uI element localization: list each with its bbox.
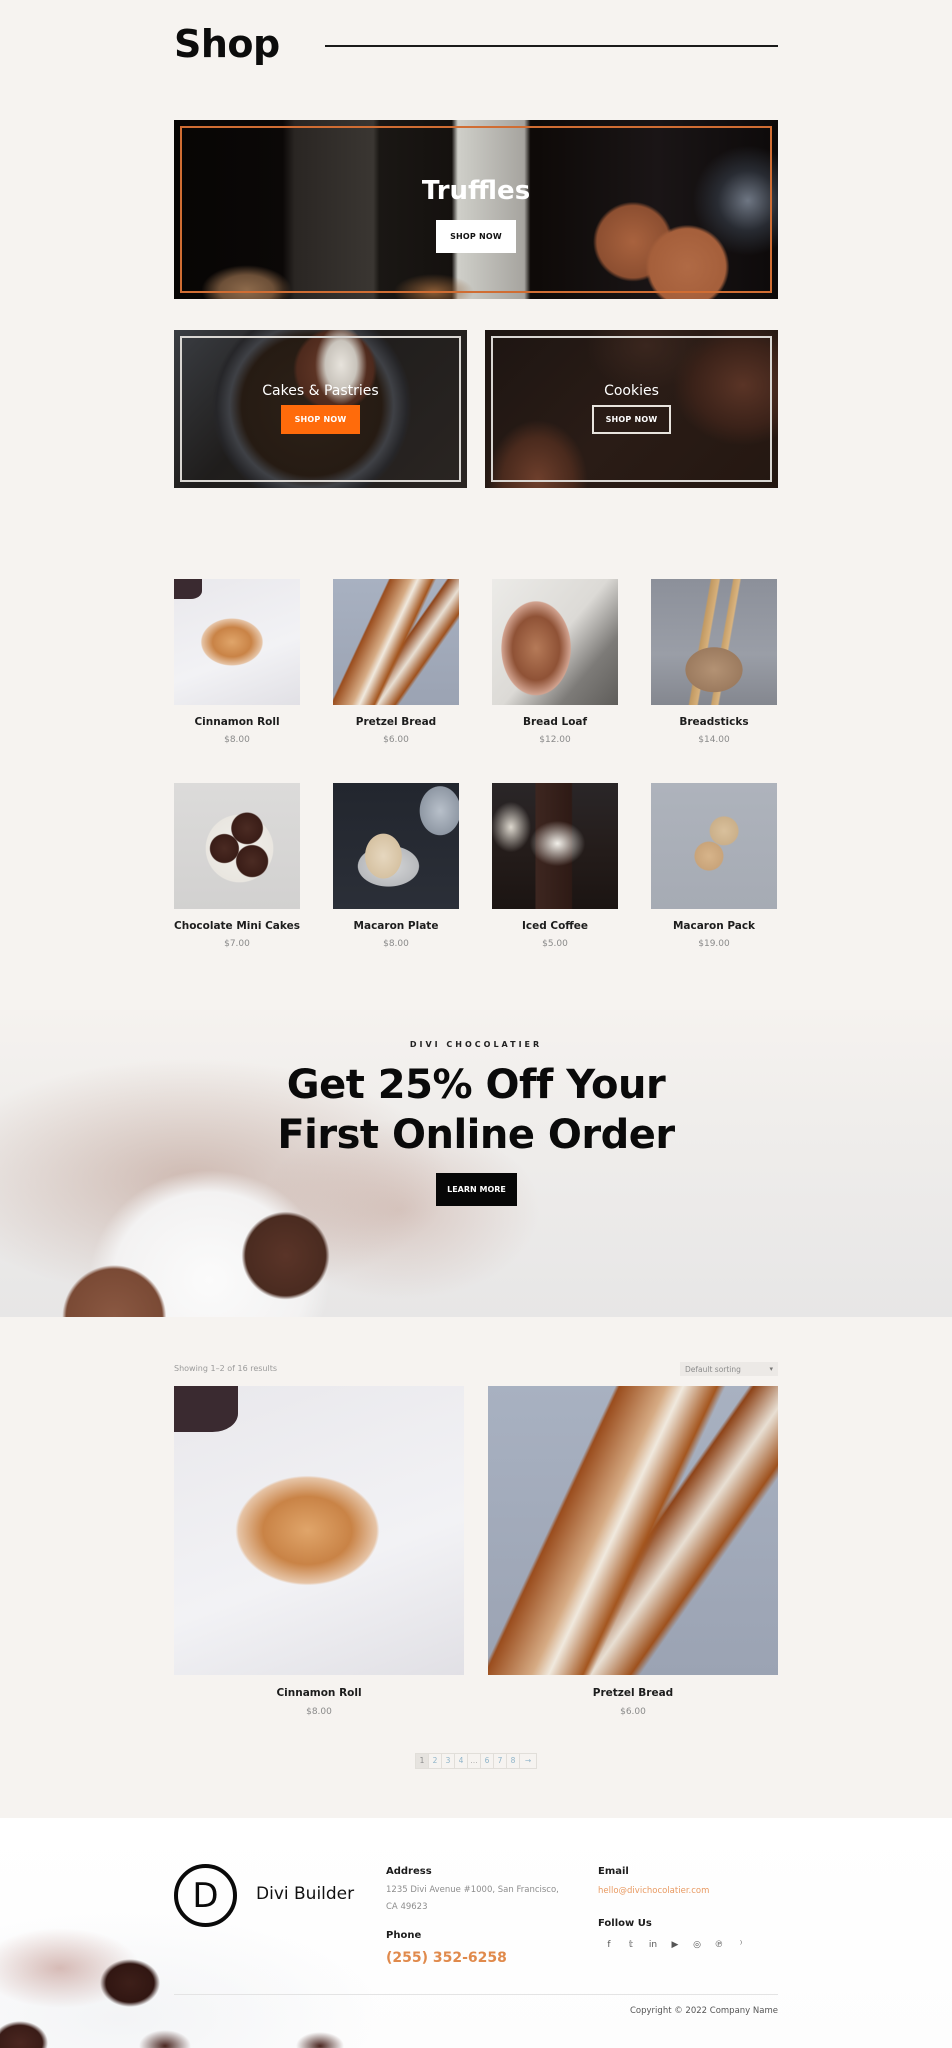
email-heading: Email — [598, 1866, 629, 1877]
promo-eyebrow: DIVI CHOCOLATIER — [409, 1040, 543, 1049]
page-6[interactable]: 6 — [481, 1754, 494, 1768]
facebook-icon[interactable]: f — [598, 1940, 620, 1950]
product-price: $19.00 — [698, 939, 730, 949]
page-3[interactable]: 3 — [442, 1754, 455, 1768]
title-divider — [325, 45, 778, 47]
product-price: $7.00 — [224, 939, 250, 949]
divi-logo-icon[interactable]: D — [174, 1864, 237, 1927]
product-name[interactable]: Chocolate Mini Cakes — [174, 920, 300, 932]
product-name[interactable]: Pretzel Bread — [333, 716, 459, 728]
next-page-arrow-icon[interactable]: → — [520, 1754, 536, 1768]
logo-letter: D — [192, 1875, 219, 1916]
product-card[interactable]: Cinnamon Roll $8.00 — [174, 1386, 464, 1717]
address-heading: Address — [386, 1866, 432, 1877]
product-price: $5.00 — [542, 939, 568, 949]
product-card[interactable]: Macaron Pack $19.00 — [651, 783, 777, 987]
product-name[interactable]: Breadsticks — [651, 716, 777, 728]
product-image[interactable] — [333, 579, 459, 705]
product-name[interactable]: Cinnamon Roll — [174, 1687, 464, 1699]
product-card[interactable]: Pretzel Bread $6.00 — [488, 1386, 778, 1717]
chevron-down-icon: ▾ — [769, 1365, 773, 1373]
product-card[interactable]: Breadsticks $14.00 — [651, 579, 777, 783]
product-image[interactable] — [651, 579, 777, 705]
page-title: Shop — [174, 22, 280, 66]
promo-headline-line2: First Online Order — [277, 1112, 675, 1158]
product-card[interactable]: Bread Loaf $12.00 — [492, 579, 618, 783]
learn-more-button[interactable]: LEARN MORE — [436, 1173, 517, 1206]
product-image[interactable] — [651, 783, 777, 909]
shop-now-button[interactable]: SHOP NOW — [280, 404, 361, 434]
product-name[interactable]: Macaron Pack — [651, 920, 777, 932]
page-8[interactable]: 8 — [507, 1754, 520, 1768]
product-name[interactable]: Pretzel Bread — [488, 1687, 778, 1699]
footer-divider — [174, 1994, 778, 1995]
category-title: Cookies — [604, 382, 659, 399]
page-ellipsis: … — [468, 1754, 481, 1768]
shop-now-button[interactable]: SHOP NOW — [591, 404, 672, 434]
phone-link[interactable]: (255) 352-6258 — [386, 1950, 507, 1966]
product-price: $12.00 — [539, 735, 571, 745]
product-image[interactable] — [174, 1386, 464, 1675]
product-image[interactable] — [333, 783, 459, 909]
promo-headline: Get 25% Off Your First Online Order — [0, 1060, 952, 1160]
page-1[interactable]: 1 — [416, 1754, 429, 1768]
product-price: $8.00 — [224, 735, 250, 745]
twitter-icon[interactable]: 𝕥 — [620, 1940, 642, 1950]
product-image[interactable] — [174, 783, 300, 909]
product-price: $6.00 — [383, 735, 409, 745]
shop-now-button[interactable]: SHOP NOW — [436, 220, 516, 253]
results-grid: Cinnamon Roll $8.00 Pretzel Bread $6.00 — [174, 1386, 778, 1717]
promo-headline-line1: Get 25% Off Your — [286, 1062, 666, 1108]
instagram-icon[interactable]: ◎ — [686, 1940, 708, 1950]
pinterest-icon[interactable]: ℗ — [708, 1940, 730, 1950]
product-price: $8.00 — [383, 939, 409, 949]
sort-dropdown[interactable]: Default sorting ▾ — [680, 1362, 778, 1376]
product-card[interactable]: Iced Coffee $5.00 — [492, 783, 618, 987]
product-name[interactable]: Cinnamon Roll — [174, 716, 300, 728]
category-banner-truffles[interactable]: Truffles SHOP NOW — [174, 120, 778, 299]
promo-banner: DIVI CHOCOLATIER Get 25% Off Your First … — [0, 1010, 952, 1317]
product-card[interactable]: Pretzel Bread $6.00 — [333, 579, 459, 783]
category-banner-cookies[interactable]: Cookies SHOP NOW — [485, 330, 778, 488]
social-links: f 𝕥 in ▶ ◎ ℗ ⁾ — [598, 1940, 752, 1950]
product-card[interactable]: Cinnamon Roll $8.00 — [174, 579, 300, 783]
linkedin-icon[interactable]: in — [642, 1940, 664, 1950]
pagination: 1 2 3 4 … 6 7 8 → — [415, 1753, 537, 1769]
product-image[interactable] — [488, 1386, 778, 1675]
product-price: $14.00 — [698, 735, 730, 745]
product-card[interactable]: Chocolate Mini Cakes $7.00 — [174, 783, 300, 987]
page-2[interactable]: 2 — [429, 1754, 442, 1768]
brand-name: Divi Builder — [256, 1884, 355, 1904]
rss-icon[interactable]: ⁾ — [730, 1940, 752, 1950]
product-image[interactable] — [492, 783, 618, 909]
address-text: 1235 Divi Avenue #1000, San Francisco, C… — [386, 1882, 559, 1916]
category-title: Cakes & Pastries — [262, 382, 379, 399]
email-link[interactable]: hello@divichocolatier.com — [598, 1886, 709, 1896]
result-count: Showing 1–2 of 16 results — [174, 1364, 277, 1373]
page-7[interactable]: 7 — [494, 1754, 507, 1768]
footer: D Divi Builder Address 1235 Divi Avenue … — [0, 1818, 952, 2048]
product-image[interactable] — [492, 579, 618, 705]
product-image[interactable] — [174, 579, 300, 705]
copyright-text: Copyright © 2022 Company Name — [630, 2006, 778, 2016]
category-title: Truffles — [421, 176, 531, 206]
address-line1: 1235 Divi Avenue #1000, San Francisco, — [386, 1885, 559, 1895]
category-banner-cakes-pastries[interactable]: Cakes & Pastries SHOP NOW — [174, 330, 467, 488]
product-price: $6.00 — [620, 1707, 646, 1717]
follow-heading: Follow Us — [598, 1918, 652, 1929]
product-name[interactable]: Bread Loaf — [492, 716, 618, 728]
phone-heading: Phone — [386, 1930, 422, 1941]
sort-selected-value: Default sorting — [685, 1364, 741, 1374]
youtube-icon[interactable]: ▶ — [664, 1940, 686, 1950]
address-line2: CA 49623 — [386, 1902, 428, 1912]
product-card[interactable]: Macaron Plate $8.00 — [333, 783, 459, 987]
product-name[interactable]: Macaron Plate — [333, 920, 459, 932]
page-4[interactable]: 4 — [455, 1754, 468, 1768]
product-grid: Cinnamon Roll $8.00 Pretzel Bread $6.00 … — [174, 579, 778, 987]
product-price: $8.00 — [306, 1707, 332, 1717]
product-name[interactable]: Iced Coffee — [492, 920, 618, 932]
